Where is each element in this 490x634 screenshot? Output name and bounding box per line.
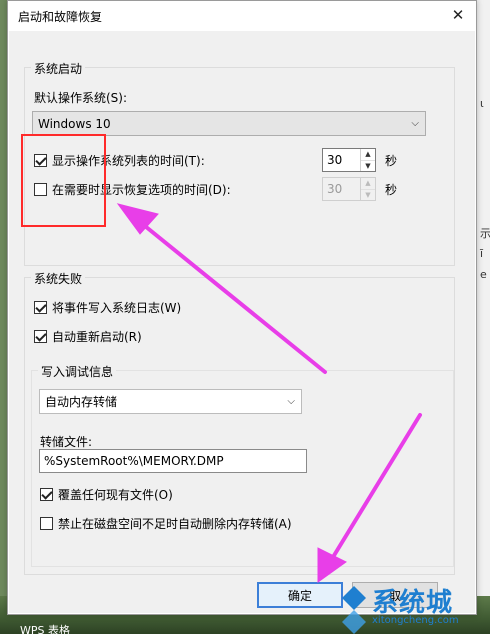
watermark-name: 系统城: [372, 588, 454, 618]
annotation-arrow-head: [317, 547, 347, 583]
annotation-arrow-shaft: [328, 413, 422, 564]
annotation-arrows: [116, 203, 422, 583]
annotation-arrow-shaft: [138, 220, 327, 374]
watermark-url: xitongcheng.com: [372, 615, 459, 626]
